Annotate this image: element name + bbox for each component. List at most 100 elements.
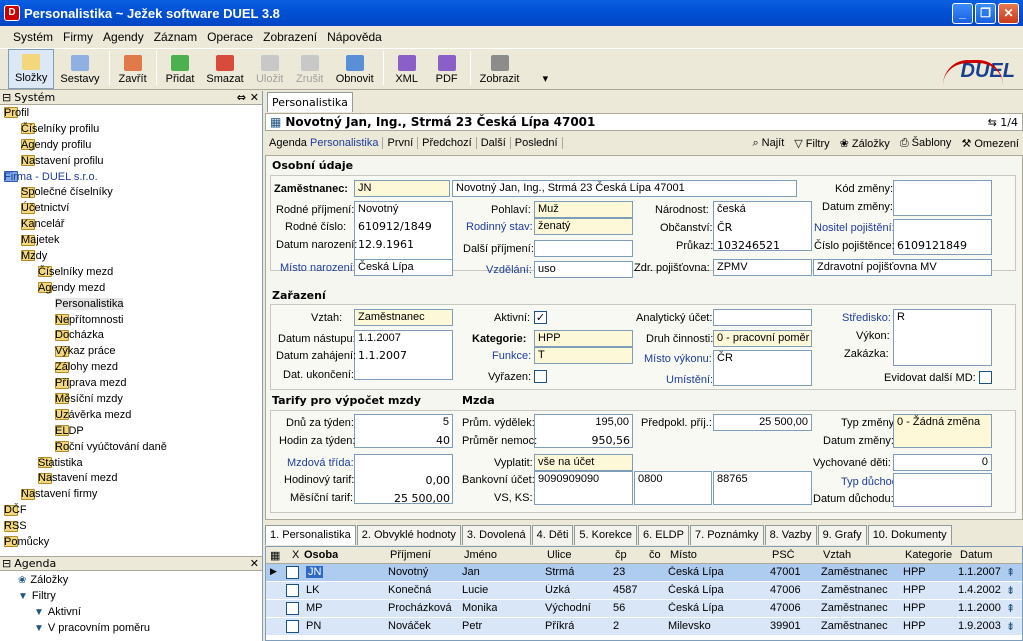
tree-item-vykaz-prace[interactable]: Výkaz práce — [0, 343, 262, 359]
analytic-account-field[interactable] — [713, 309, 812, 326]
menu-firmy[interactable]: Firmy — [58, 30, 98, 44]
tree-item-firma-duel-s-r-o[interactable]: −Firma - DUEL s.r.o. — [0, 169, 262, 185]
table-row[interactable]: ▶ JN Novotný Jan Strmá 23 Česká Lípa 47001 Zaměs… — [266, 564, 1022, 582]
bank-symbol-field[interactable]: 88765 — [713, 471, 812, 505]
commence-date-value[interactable]: 1.1.2007 — [358, 349, 407, 362]
tree-item-mesicni-mzdy[interactable]: Měsíční mzdy — [0, 391, 262, 407]
close-agenda-icon[interactable]: ✕ — [250, 557, 259, 570]
view-dropdown-icon[interactable]: ▾ — [525, 49, 565, 89]
tree-item-ucetnictvi[interactable]: +Účetnictví — [0, 200, 262, 216]
tab-2-obvykle-hodnoty[interactable]: 2. Obvyklé hodnoty — [356, 525, 461, 545]
function-field[interactable]: T — [534, 347, 633, 364]
avg-sick-value[interactable]: 950,56 — [534, 434, 631, 447]
nav-prvni-button[interactable]: První — [382, 137, 419, 149]
column-header-kategorie[interactable]: Kategorie — [905, 549, 952, 561]
close-button[interactable]: ✕ — [998, 3, 1019, 24]
xml-button[interactable]: XML — [387, 49, 427, 89]
children-field[interactable]: 0 — [893, 454, 992, 471]
column-header-datum[interactable]: Datum — [960, 549, 992, 561]
tree-item-rocni-vyuctovani-dane[interactable]: Roční vyúčtování daně — [0, 439, 262, 455]
hours-per-week-value[interactable]: 40 — [354, 434, 450, 447]
column-header-co[interactable]: čo — [649, 549, 661, 561]
menu-zaznam[interactable]: Záznam — [149, 30, 202, 44]
column-header-jmeno[interactable]: Jméno — [464, 549, 497, 561]
expected-income-field[interactable]: 25 500,00 — [713, 414, 812, 431]
tree-item-dcf[interactable]: +DČF — [0, 502, 262, 518]
tree-item-personalistika[interactable]: Personalistika — [0, 296, 262, 312]
row-checkbox[interactable] — [286, 566, 299, 579]
tree-item-profil[interactable]: −Profil — [0, 105, 262, 121]
tab-personalistika-doc[interactable]: Personalistika — [267, 92, 353, 112]
row-scroll-icon[interactable]: ⇟ — [1006, 584, 1015, 597]
menu-napoveda[interactable]: Nápověda — [322, 30, 387, 44]
tree-item-majetek[interactable]: +Majetek — [0, 232, 262, 248]
payout-field[interactable]: vše na účet — [534, 454, 633, 471]
insurer-name-field[interactable]: Zdravotní pojišťovna MV — [813, 259, 992, 276]
column-header-vztah[interactable]: Vztah — [823, 549, 851, 561]
nav-dalsi-button[interactable]: Další — [477, 137, 511, 149]
tab-3-dovolena[interactable]: 3. Dovolená — [461, 525, 531, 545]
category-field[interactable]: HPP — [534, 330, 633, 347]
birth-number-value[interactable]: 610912/1849 — [358, 220, 432, 233]
other-surname-field[interactable] — [534, 240, 633, 257]
tree-item-kancelar[interactable]: +Kancelář — [0, 216, 262, 232]
cost-center-field[interactable]: R — [893, 309, 992, 366]
tree-item-nastaveni-profilu[interactable]: +Nastavení profilu — [0, 153, 262, 169]
agenda-item-v-pracovnim-pomeru[interactable]: ▼ V pracovním poměru — [0, 620, 262, 636]
birth-date-value[interactable]: 12.9.1961 — [358, 238, 414, 251]
table-row[interactable]: PN Nováček Petr Příkrá 2 Milevsko 39901 Zaměstn… — [266, 618, 1022, 636]
column-header-x[interactable]: X — [292, 549, 299, 561]
employee-name-field[interactable]: Novotný Jan, Ing., Strmá 23 Česká Lípa 4… — [452, 180, 797, 197]
column-header-cp[interactable]: čp — [615, 549, 627, 561]
minimize-button[interactable]: _ — [952, 3, 973, 24]
tree-item-nastaveni-firmy[interactable]: +Nastavení firmy — [0, 486, 262, 502]
column-header-prijmeni[interactable]: Příjmení — [390, 549, 431, 561]
citizenship-value[interactable]: ČR — [717, 221, 732, 234]
row-checkbox[interactable] — [286, 620, 299, 633]
maximize-button[interactable]: ❐ — [975, 3, 996, 24]
pension-type-field[interactable] — [893, 473, 992, 507]
filtry-button[interactable]: ▽ Filtry — [794, 137, 829, 150]
tree-item-mzdy[interactable]: −Mzdy — [0, 248, 262, 264]
zalozky-button[interactable]: ❀ Záložky — [840, 137, 890, 150]
tab-1-personalistika[interactable]: 1. Personalistika — [265, 525, 356, 545]
work-place-field[interactable]: ČR — [713, 350, 812, 386]
smazat-button[interactable]: Smazat — [200, 49, 249, 89]
bank-account-field[interactable]: 9090909090 — [534, 471, 633, 505]
column-header-misto[interactable]: Místo — [670, 549, 697, 561]
tab-7-poznamky[interactable]: 7. Poznámky — [689, 525, 764, 545]
close-pane-icon[interactable]: ⇔ ✕ — [237, 91, 259, 104]
tab-6-eldp[interactable]: 6. ELDP — [638, 525, 689, 545]
tree-item-uzaverka-mezd[interactable]: Uzávěrka mezd — [0, 407, 262, 423]
omezeni-button[interactable]: ⚒ Omezení — [961, 137, 1019, 150]
row-scroll-icon[interactable]: ⇞ — [1006, 602, 1015, 615]
bank-code-field[interactable]: 0800 — [634, 471, 712, 505]
change-type-field[interactable]: 0 - Žádná změna — [893, 414, 992, 448]
row-checkbox[interactable] — [286, 584, 299, 597]
activity-type-field[interactable]: 0 - pracovní poměr — [713, 330, 812, 347]
insured-number-value[interactable]: 6109121849 — [897, 239, 967, 252]
agenda-item-zalozky[interactable]: ❀ Záložky — [0, 572, 262, 588]
tab-10-dokumenty[interactable]: 10. Dokumenty — [867, 525, 952, 545]
column-header-psc[interactable]: PSČ — [772, 549, 795, 561]
education-field[interactable]: uso — [534, 261, 633, 278]
record-more-md-checkbox[interactable] — [979, 371, 992, 384]
table-row[interactable]: MP Procházková Monika Východní 56 Česká Lípa 4… — [266, 600, 1022, 618]
tree-item-ciselniky-profilu[interactable]: +Číselníky profilu — [0, 121, 262, 137]
marital-status-field[interactable]: ženatý — [534, 218, 633, 235]
zobrazit-button[interactable]: Zobrazit — [474, 49, 526, 89]
id-card-value[interactable]: 103246521 — [717, 239, 780, 252]
row-scroll-icon[interactable]: ⇞ — [1006, 566, 1015, 579]
relation-field[interactable]: Zaměstnanec — [354, 309, 453, 326]
menu-system[interactable]: Systém — [8, 30, 58, 44]
tree-item-zalohy-mezd[interactable]: Zálohy mezd — [0, 359, 262, 375]
agenda-item-aktivni[interactable]: ▼ Aktivní — [0, 604, 262, 620]
tree-item-rss[interactable]: +RSS — [0, 518, 262, 534]
tree-item-spolecne-ciselniky[interactable]: +Společné číselníky — [0, 184, 262, 200]
obnovit-button[interactable]: Obnovit — [330, 49, 380, 89]
agenda-item-filtry[interactable]: ▼ Filtry — [0, 588, 262, 604]
tree-item-dochazka[interactable]: Docházka — [0, 327, 262, 343]
tree-item-statistika[interactable]: +Statistika — [0, 455, 262, 471]
tree-item-ciselniky-mezd[interactable]: +Číselníky mezd — [0, 264, 262, 280]
tab-8-vazby[interactable]: 8. Vazby — [764, 525, 817, 545]
